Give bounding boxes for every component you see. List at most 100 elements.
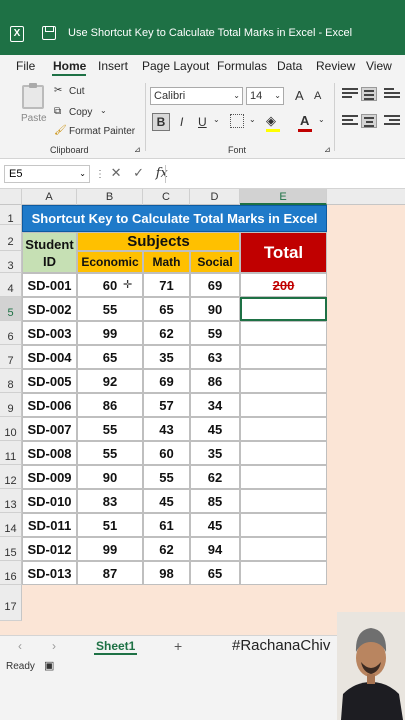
chevron-down-icon[interactable]: ⌄ [213,115,220,124]
font-size-select[interactable]: 14 ⌄ [246,87,284,105]
cell-total[interactable] [240,489,327,513]
cell-social[interactable]: 90 [190,297,240,321]
row-header-2[interactable]: 2 [0,225,22,251]
italic-button[interactable]: I [180,115,183,129]
cell-math[interactable]: 60 [143,441,190,465]
format-painter-icon[interactable]: 🖌 [54,125,67,136]
row-header-3[interactable]: 3 [0,251,22,273]
cell-student-id[interactable]: SD-007 [22,417,77,441]
row-header-17[interactable]: 17 [0,585,22,621]
row-header-16[interactable]: 16 [0,561,22,585]
chevron-down-icon[interactable]: ⌄ [100,106,107,115]
align-center-icon[interactable] [361,114,377,128]
font-name-select[interactable]: Calibri ⌄ [150,87,243,105]
cell-total[interactable] [240,537,327,561]
cell-economic[interactable]: 87 [77,561,143,585]
cell-social[interactable]: 35 [190,441,240,465]
row-header-13[interactable]: 13 [0,489,22,513]
column-header-e[interactable]: E [240,189,327,205]
add-sheet-button[interactable]: + [174,638,182,654]
cell-math[interactable]: 55 [143,465,190,489]
cell-economic[interactable]: 90 [77,465,143,489]
copy-icon[interactable]: ⧉ [54,106,61,117]
row-header-9[interactable]: 9 [0,393,22,417]
scroll-right-icon[interactable]: › [52,639,56,653]
cell-total[interactable] [240,561,327,585]
cell-student-id[interactable]: SD-004 [22,345,77,369]
cell-economic[interactable]: 83 [77,489,143,513]
cell-economic[interactable]: 55 [77,417,143,441]
cell-economic[interactable]: 99 [77,537,143,561]
shrink-font-button[interactable]: A [314,90,321,102]
cell-math[interactable]: 62 [143,537,190,561]
cell-economic[interactable]: 86 [77,393,143,417]
sheet-tab-sheet1[interactable]: Sheet1 [94,639,138,655]
format-painter-button[interactable]: Format Painter [69,126,135,137]
cell-total[interactable] [240,441,327,465]
cell-math[interactable]: 35 [143,345,190,369]
cell-math[interactable]: 43 [143,417,190,441]
cell-economic[interactable]: 60 [77,273,143,297]
menu-formulas[interactable]: Formulas [217,59,267,73]
cell-student-id[interactable]: SD-003 [22,321,77,345]
cell-total[interactable] [240,345,327,369]
cell-student-id[interactable]: SD-009 [22,465,77,489]
cell-social[interactable]: 94 [190,537,240,561]
column-header-b[interactable]: B [77,189,143,205]
row-header-8[interactable]: 8 [0,369,22,393]
cell-economic[interactable]: 99 [77,321,143,345]
row-header-12[interactable]: 12 [0,465,22,489]
cell-economic[interactable]: 51 [77,513,143,537]
header-math[interactable]: Math [143,251,190,273]
row-header-5[interactable]: 5 [0,297,22,321]
row-header-6[interactable]: 6 [0,321,22,345]
cell-student-id[interactable]: SD-001 [22,273,77,297]
cell-social[interactable]: 45 [190,513,240,537]
cell-total[interactable] [240,369,327,393]
menu-file[interactable]: File [16,59,35,73]
align-left-icon[interactable] [342,115,358,129]
font-launcher-icon[interactable]: ⊿ [324,145,331,154]
cell-total[interactable] [240,513,327,537]
cell-total[interactable]: 200 [240,273,327,297]
cell-economic[interactable]: 65 [77,345,143,369]
underline-button[interactable]: U [198,115,207,129]
column-header-c[interactable]: C [143,189,190,205]
cell-math[interactable]: 62 [143,321,190,345]
cell-social[interactable]: 86 [190,369,240,393]
row-header-14[interactable]: 14 [0,513,22,537]
cancel-icon[interactable]: ✕ [111,165,122,180]
row-header-7[interactable]: 7 [0,345,22,369]
formula-input[interactable] [165,165,401,183]
cell-social[interactable]: 69 [190,273,240,297]
grow-font-button[interactable]: A [295,88,304,103]
menu-page-layout[interactable]: Page Layout [142,59,209,73]
header-total[interactable]: Total [240,232,327,273]
cell-economic[interactable]: 92 [77,369,143,393]
enter-icon[interactable]: ✓ [133,165,144,180]
row-header-1[interactable]: 1 [0,205,22,225]
bold-button[interactable]: B [152,113,170,131]
cell-student-id[interactable]: SD-008 [22,441,77,465]
borders-icon[interactable] [230,114,244,128]
table-title[interactable]: Shortcut Key to Calculate Total Marks in… [22,205,327,232]
row-header-4[interactable]: 4 [0,273,22,297]
cell-total[interactable] [240,321,327,345]
cell-math[interactable]: 45 [143,489,190,513]
menu-insert[interactable]: Insert [98,59,128,73]
menu-home[interactable]: Home [53,59,86,73]
cut-icon[interactable]: ✂ [54,85,62,96]
cell-student-id[interactable]: SD-002 [22,297,77,321]
cell-student-id[interactable]: SD-010 [22,489,77,513]
header-subjects[interactable]: Subjects [77,232,240,251]
menu-review[interactable]: Review [316,59,355,73]
cell-social[interactable]: 59 [190,321,240,345]
cell-social[interactable]: 63 [190,345,240,369]
clipboard-launcher-icon[interactable]: ⊿ [134,145,141,154]
cell-math[interactable]: 65 [143,297,190,321]
cell-total[interactable] [240,417,327,441]
copy-button[interactable]: Copy [69,107,92,118]
cell-total[interactable] [240,465,327,489]
chevron-down-icon[interactable]: ⌄ [318,115,325,124]
row-header-15[interactable]: 15 [0,537,22,561]
